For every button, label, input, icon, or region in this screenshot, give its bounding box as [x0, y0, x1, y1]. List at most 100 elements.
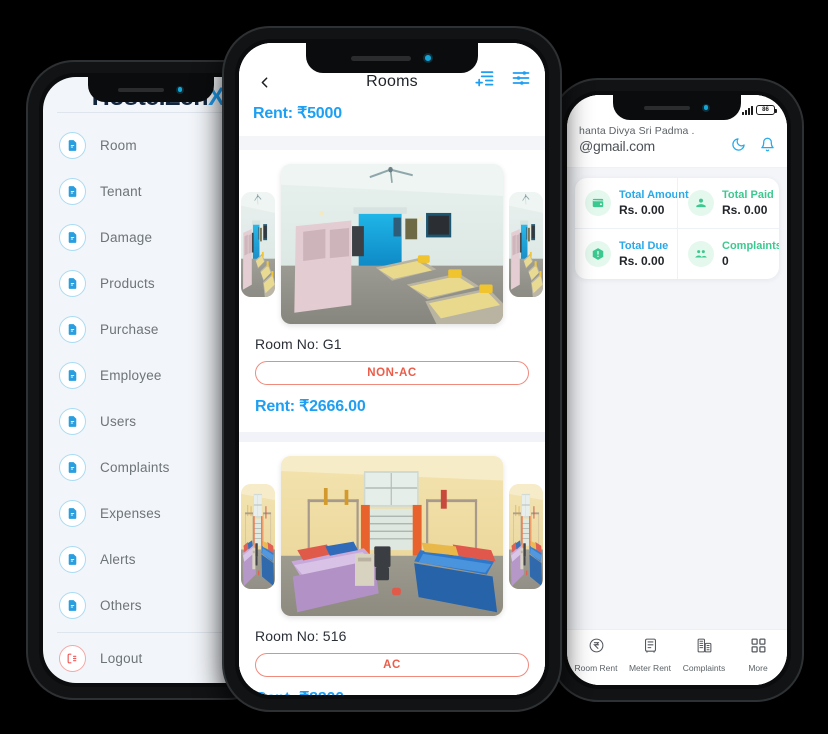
stat-value: Rs. 0.00 — [619, 203, 665, 217]
phone-mockup-center-rooms: Rooms Rent: ₹5000 Room No: G1 NON-AC Ren… — [224, 28, 560, 710]
phone-notch — [306, 43, 478, 73]
screenshot-stage: HostelZenX Room Tenant Damage Products P… — [0, 0, 828, 734]
payment-icon — [688, 190, 714, 216]
room-image-next[interactable] — [509, 191, 543, 297]
chevron-left-icon[interactable] — [253, 71, 275, 93]
document-icon — [59, 499, 86, 527]
phone-screen-rooms: Rooms Rent: ₹5000 Room No: G1 NON-AC Ren… — [239, 43, 545, 695]
room-image-previous[interactable] — [241, 483, 275, 589]
stat-text: Total Due Rs. 0.00 — [619, 240, 668, 268]
phone-bezel: Rooms Rent: ₹5000 Room No: G1 NON-AC Ren… — [235, 39, 549, 699]
sidebar-item-label: Employee — [100, 367, 162, 383]
phone-notch — [88, 77, 214, 102]
add-to-list-icon[interactable] — [475, 68, 495, 93]
document-icon — [59, 269, 86, 297]
front-camera — [423, 53, 433, 63]
nav-item-complaints[interactable]: Complaints — [677, 637, 731, 673]
front-camera — [702, 103, 710, 112]
sidebar-item-label: Products — [100, 275, 155, 291]
rooms-screen: Rooms Rent: ₹5000 Room No: G1 NON-AC Ren… — [239, 43, 545, 695]
stat-label: Total Paid — [722, 189, 774, 201]
front-camera — [176, 85, 184, 94]
phone-mockup-right-dashboard: 86 hanta Divya Sri Padma . @gmail.com To… — [552, 80, 802, 700]
room-details: Room No: 516 AC Rent: ₹8800 — [239, 616, 545, 695]
ac-status-badge[interactable]: NON-AC — [255, 361, 529, 385]
stats-row: Total Due Rs. 0.00 Complaints 0 — [575, 228, 779, 279]
phone-screen-dashboard: 86 hanta Divya Sri Padma . @gmail.com To… — [567, 95, 787, 685]
room-card[interactable]: Room No: G1 NON-AC Rent: ₹2666.00 — [239, 150, 545, 432]
grid-icon — [750, 637, 767, 659]
sidebar-item-label: Tenant — [100, 183, 142, 199]
signal-strength-icon — [742, 105, 753, 115]
document-icon — [59, 131, 86, 159]
sidebar-item-label: Others — [100, 597, 142, 613]
stat-tile-total-due[interactable]: Total Due Rs. 0.00 — [575, 229, 677, 279]
nav-item-meter-rent[interactable]: Meter Rent — [623, 637, 677, 673]
room-number: Room No: G1 — [255, 336, 342, 352]
room-image-current[interactable] — [281, 164, 503, 324]
nav-item-label: Meter Rent — [628, 663, 672, 673]
nav-item-more[interactable]: More — [731, 637, 785, 673]
room-image-carousel[interactable] — [239, 456, 545, 616]
rooms-header-actions — [475, 68, 531, 93]
document-icon — [59, 177, 86, 205]
rooms-list[interactable]: Room No: G1 NON-AC Rent: ₹2666.00 Room N… — [239, 150, 545, 695]
room-image-current[interactable] — [281, 456, 503, 616]
stat-value: 0 — [722, 254, 729, 268]
user-email: @gmail.com — [579, 138, 656, 154]
stat-tile-total-amount[interactable]: Total Amount Rs. 0.00 — [575, 178, 689, 228]
stat-label: Complaints — [722, 240, 779, 252]
room-card[interactable]: Room No: 516 AC Rent: ₹8800 — [239, 442, 545, 695]
earpiece-speaker — [118, 87, 164, 92]
stat-value: Rs. 0.00 — [619, 254, 665, 268]
room-rent: Rent: ₹2666.00 — [255, 398, 366, 415]
document-icon — [59, 545, 86, 573]
document-icon — [59, 407, 86, 435]
dashboard-header-actions — [731, 125, 775, 157]
earpiece-speaker — [351, 55, 411, 61]
battery-icon: 86 — [756, 105, 777, 115]
stats-card: Total Amount Rs. 0.00 Total Paid Rs. 0.0… — [575, 178, 779, 279]
moon-icon[interactable] — [731, 137, 746, 157]
stat-text: Complaints 0 — [722, 240, 779, 268]
nav-item-room-rent[interactable]: Room Rent — [569, 637, 623, 673]
document-icon — [59, 453, 86, 481]
bottom-navigation: Room Rent Meter Rent Complaints More — [567, 629, 787, 685]
user-info: hanta Divya Sri Padma . @gmail.com — [579, 125, 695, 154]
calculator-icon — [696, 637, 713, 659]
nav-item-label: More — [748, 663, 768, 673]
sidebar-item-label: Complaints — [100, 459, 170, 475]
room-details: Room No: G1 NON-AC Rent: ₹2666.00 — [239, 324, 545, 416]
room-image-next[interactable] — [509, 483, 543, 589]
due-icon — [585, 241, 611, 267]
sidebar-item-label: Expenses — [100, 505, 161, 521]
stat-text: Total Amount Rs. 0.00 — [619, 189, 689, 217]
filter-sliders-icon[interactable] — [511, 68, 531, 93]
stat-tile-complaints[interactable]: Complaints 0 — [677, 229, 779, 279]
logout-icon — [59, 644, 86, 672]
room-number: Room No: 516 — [255, 628, 347, 644]
room-image-carousel[interactable] — [239, 164, 545, 324]
wallet-icon — [585, 190, 611, 216]
bell-icon[interactable] — [760, 137, 775, 157]
sidebar-item-label: Alerts — [100, 551, 136, 567]
people-icon — [688, 241, 714, 267]
dashboard-screen: 86 hanta Divya Sri Padma . @gmail.com To… — [567, 95, 787, 685]
stat-label: Total Amount — [619, 189, 689, 201]
stat-label: Total Due — [619, 240, 669, 252]
rupee-circle-icon — [588, 637, 605, 659]
document-icon — [59, 361, 86, 389]
user-name: hanta Divya Sri Padma . — [579, 125, 695, 137]
earpiece-speaker — [644, 105, 690, 110]
sidebar-item-label: Room — [100, 137, 137, 153]
stat-tile-total-paid[interactable]: Total Paid Rs. 0.00 — [677, 178, 779, 228]
stats-row: Total Amount Rs. 0.00 Total Paid Rs. 0.0… — [575, 178, 779, 228]
nav-item-label: Room Rent — [574, 663, 618, 673]
document-icon — [59, 223, 86, 251]
room-image-previous[interactable] — [241, 191, 275, 297]
sidebar-item-label-logout: Logout — [100, 650, 143, 666]
ac-status-badge[interactable]: AC — [255, 653, 529, 677]
stat-text: Total Paid Rs. 0.00 — [722, 189, 774, 217]
sidebar-item-label: Damage — [100, 229, 153, 245]
meter-icon — [642, 637, 659, 659]
